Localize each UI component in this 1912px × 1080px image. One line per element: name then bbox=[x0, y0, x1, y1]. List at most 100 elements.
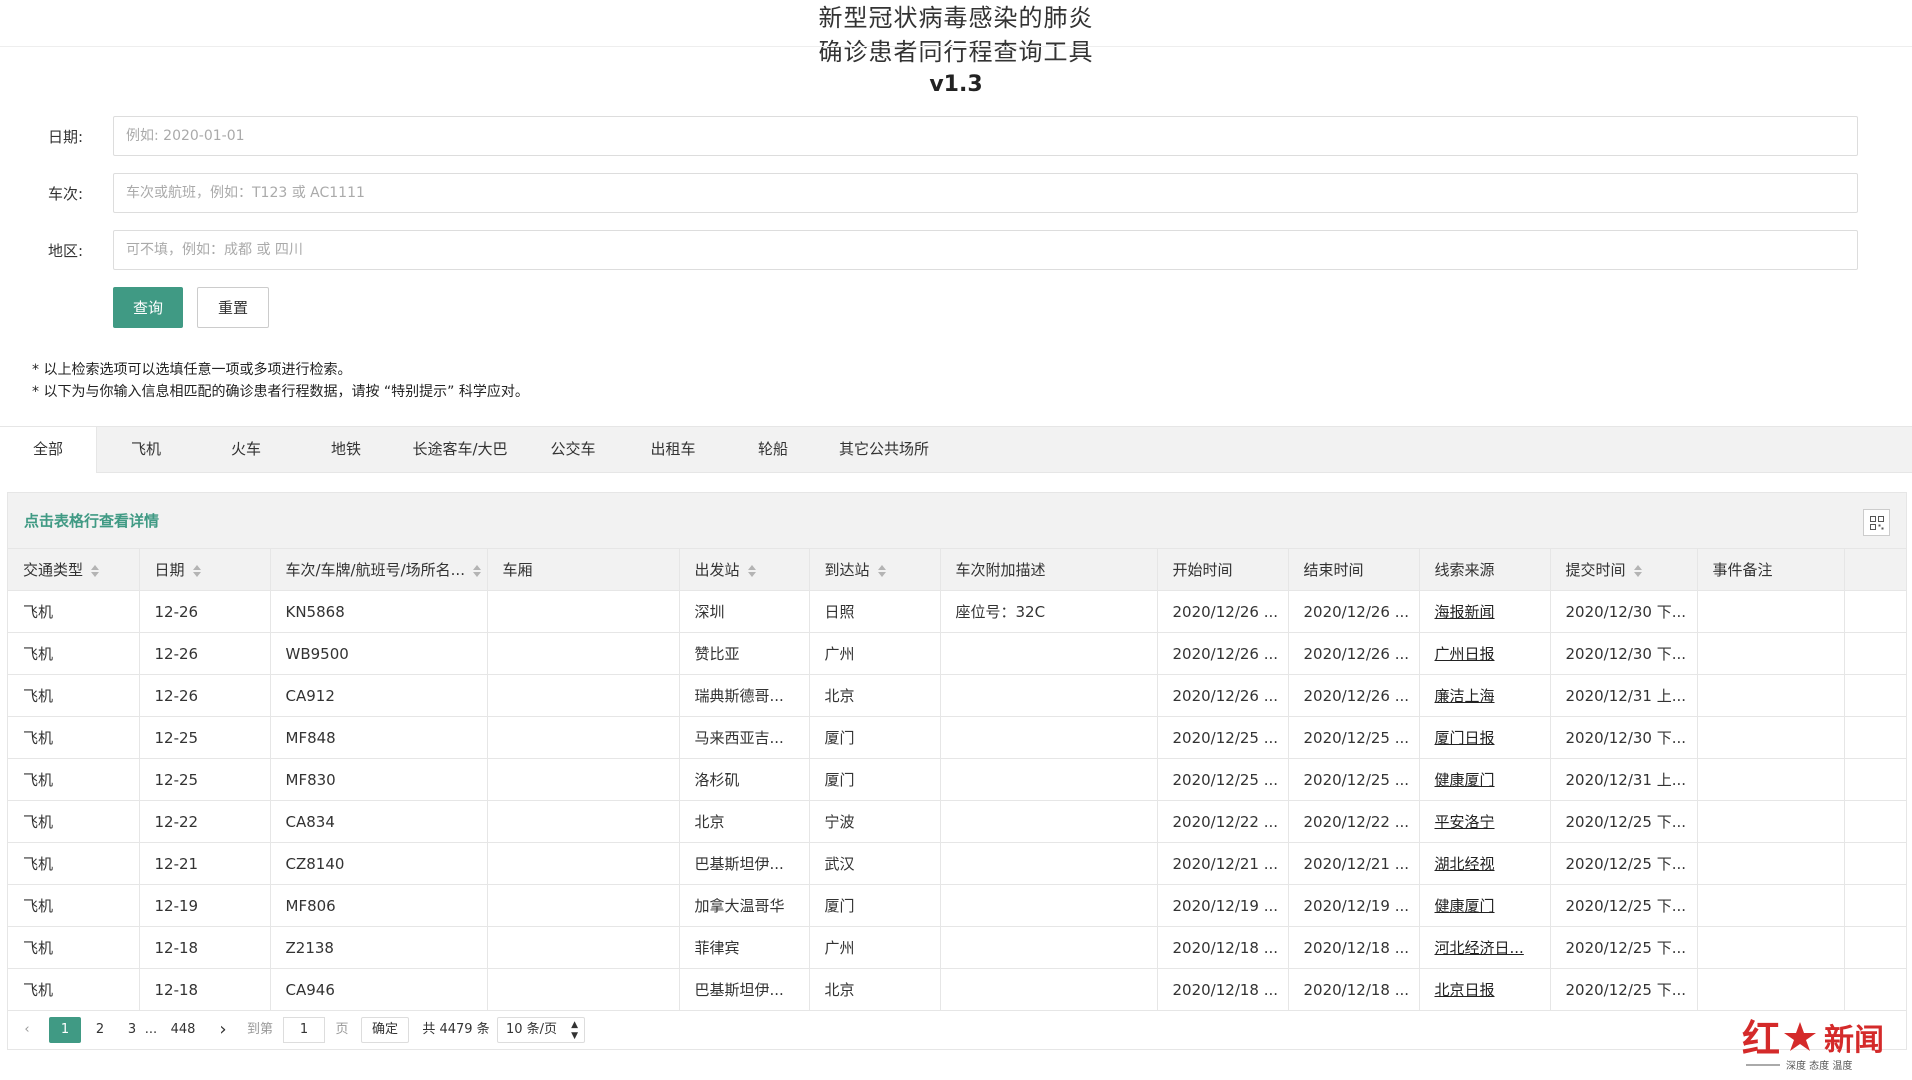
tab-plane[interactable]: 飞机 bbox=[106, 427, 186, 472]
col-arrival[interactable]: 到达站 bbox=[809, 549, 941, 591]
sort-icon[interactable] bbox=[91, 564, 100, 577]
table-row[interactable]: 飞机 12-25 MF848 马来西亚吉... 厦门 2020/12/25 ... 2020… bbox=[8, 716, 1907, 759]
reset-button[interactable]: 重置 bbox=[197, 287, 269, 328]
source-link[interactable]: 健康厦门 bbox=[1435, 771, 1495, 789]
tab-ship[interactable]: 轮船 bbox=[733, 427, 813, 472]
cell-vehicle-number: KN5868 bbox=[270, 590, 488, 633]
goto-page-input[interactable]: 1 bbox=[283, 1017, 325, 1043]
cell-date: 12-25 bbox=[139, 758, 271, 801]
cell-submit-time: 2020/12/31 上... bbox=[1550, 674, 1698, 717]
cell-transport-type: 飞机 bbox=[8, 800, 140, 843]
source-link[interactable]: 平安洛宁 bbox=[1435, 813, 1495, 831]
next-page-icon[interactable]: › bbox=[215, 1017, 231, 1043]
cell-date: 12-18 bbox=[139, 926, 271, 969]
col-departure[interactable]: 出发站 bbox=[679, 549, 810, 591]
cell-departure: 深圳 bbox=[679, 590, 810, 633]
cell-end-time: 2020/12/19 ... bbox=[1288, 884, 1420, 927]
cell-vehicle-number: CA834 bbox=[270, 800, 488, 843]
sort-icon[interactable] bbox=[1633, 564, 1642, 577]
page-current[interactable]: 1 bbox=[49, 1017, 81, 1043]
cell-vehicle-number: MF848 bbox=[270, 716, 488, 759]
region-label: 地区: bbox=[48, 242, 84, 260]
cell-carriage bbox=[487, 716, 680, 759]
cell-arrival: 武汉 bbox=[809, 842, 941, 885]
cell-source: 湖北经视 bbox=[1419, 842, 1551, 885]
cell-departure: 菲律宾 bbox=[679, 926, 810, 969]
page-2[interactable]: 2 bbox=[92, 1017, 108, 1043]
source-link[interactable]: 健康厦门 bbox=[1435, 897, 1495, 915]
cell-vehicle-number: WB9500 bbox=[270, 632, 488, 675]
cell-arrival: 广州 bbox=[809, 632, 941, 675]
sort-icon[interactable] bbox=[747, 564, 756, 577]
sort-icon[interactable] bbox=[472, 564, 481, 577]
tab-train[interactable]: 火车 bbox=[206, 427, 286, 472]
cell-remarks bbox=[1697, 716, 1845, 759]
cell-spacer bbox=[1844, 968, 1907, 1011]
source-link[interactable]: 廉洁上海 bbox=[1435, 687, 1495, 705]
page-3[interactable]: 3 bbox=[124, 1017, 140, 1043]
train-input[interactable] bbox=[113, 173, 1858, 213]
version-label: v1.3 bbox=[929, 72, 983, 97]
cell-date: 12-25 bbox=[139, 716, 271, 759]
col-transport-type[interactable]: 交通类型 bbox=[8, 549, 140, 591]
red-star-logo-icon: 红 新闻 深度 态度 温度 bbox=[1742, 1016, 1884, 1072]
source-link[interactable]: 厦门日报 bbox=[1435, 729, 1495, 747]
table-row[interactable]: 飞机 12-26 WB9500 赞比亚 广州 2020/12/26 ... 2020/12/… bbox=[8, 632, 1907, 675]
col-extra-desc: 车次附加描述 bbox=[940, 549, 1158, 591]
col-submit-time[interactable]: 提交时间 bbox=[1550, 549, 1698, 591]
source-link[interactable]: 广州日报 bbox=[1435, 645, 1495, 663]
brand-watermark-logo: 红 新闻 深度 态度 温度 bbox=[1738, 1012, 1908, 1074]
cell-date: 12-26 bbox=[139, 632, 271, 675]
tab-taxi[interactable]: 出租车 bbox=[633, 427, 713, 472]
cell-spacer bbox=[1844, 758, 1907, 801]
tab-bus[interactable]: 公交车 bbox=[533, 427, 613, 472]
sort-icon[interactable] bbox=[192, 564, 201, 577]
cell-source: 平安洛宁 bbox=[1419, 800, 1551, 843]
date-input[interactable] bbox=[113, 116, 1858, 156]
cell-spacer bbox=[1844, 716, 1907, 759]
pagination: ‹ 1 2 3 ... 448 › 到第 1 页 确定 共 4479 条 10 … bbox=[7, 1010, 1905, 1048]
table-row[interactable]: 飞机 12-18 Z2138 菲律宾 广州 2020/12/18 ... 2020/12/1… bbox=[8, 926, 1907, 969]
region-input[interactable] bbox=[113, 230, 1858, 270]
confirm-button[interactable]: 确定 bbox=[361, 1017, 409, 1043]
table-row[interactable]: 飞机 12-21 CZ8140 巴基斯坦伊... 武汉 2020/12/21 ... 202… bbox=[8, 842, 1907, 885]
cell-departure: 瑞典斯德哥... bbox=[679, 674, 810, 717]
col-date[interactable]: 日期 bbox=[139, 549, 271, 591]
cell-transport-type: 飞机 bbox=[8, 884, 140, 927]
cell-source: 健康厦门 bbox=[1419, 758, 1551, 801]
table-row[interactable]: 飞机 12-22 CA834 北京 宁波 2020/12/22 ... 2020/12/22… bbox=[8, 800, 1907, 843]
table-row[interactable]: 飞机 12-25 MF830 洛杉矶 厦门 2020/12/25 ... 2020/12/2… bbox=[8, 758, 1907, 801]
col-vehicle-number[interactable]: 车次/车牌/航班号/场所名... bbox=[270, 549, 488, 591]
tab-other-public[interactable]: 其它公共场所 bbox=[828, 427, 940, 472]
query-button[interactable]: 查询 bbox=[113, 287, 183, 328]
cell-carriage bbox=[487, 632, 680, 675]
cell-end-time: 2020/12/26 ... bbox=[1288, 674, 1420, 717]
cell-end-time: 2020/12/18 ... bbox=[1288, 968, 1420, 1011]
source-link[interactable]: 北京日报 bbox=[1435, 981, 1495, 999]
results-toolbar: 点击表格行查看详情 bbox=[8, 493, 1906, 549]
cell-start-time: 2020/12/25 ... bbox=[1157, 716, 1289, 759]
cell-date: 12-19 bbox=[139, 884, 271, 927]
table-row[interactable]: 飞机 12-19 MF806 加拿大温哥华 厦门 2020/12/19 ... 2020/1… bbox=[8, 884, 1907, 927]
tab-all[interactable]: 全部 bbox=[0, 427, 97, 473]
source-link[interactable]: 海报新闻 bbox=[1435, 603, 1495, 621]
cell-source: 廉洁上海 bbox=[1419, 674, 1551, 717]
cell-arrival: 北京 bbox=[809, 968, 941, 1011]
table-row[interactable]: 飞机 12-26 CA912 瑞典斯德哥... 北京 2020/12/26 ... 2020… bbox=[8, 674, 1907, 717]
tab-subway[interactable]: 地铁 bbox=[306, 427, 386, 472]
tab-coach[interactable]: 长途客车/大巴 bbox=[400, 427, 520, 472]
cell-extra-desc: 座位号：32C bbox=[940, 590, 1158, 633]
col-spacer bbox=[1844, 549, 1907, 591]
source-link[interactable]: 河北经济日... bbox=[1435, 939, 1524, 957]
sort-icon[interactable] bbox=[877, 564, 886, 577]
column-filter-button[interactable] bbox=[1863, 509, 1890, 536]
table-row[interactable]: 飞机 12-26 KN5868 深圳 日照 座位号：32C 2020/12/26 ... 20… bbox=[8, 590, 1907, 633]
prev-page-icon[interactable]: ‹ bbox=[19, 1017, 35, 1043]
source-link[interactable]: 湖北经视 bbox=[1435, 855, 1495, 873]
page-last[interactable]: 448 bbox=[167, 1017, 199, 1043]
page-ellipsis[interactable]: ... bbox=[143, 1017, 159, 1043]
cell-start-time: 2020/12/19 ... bbox=[1157, 884, 1289, 927]
page-size-select[interactable]: 10 条/页 ▲ ▼ bbox=[497, 1017, 585, 1043]
date-label: 日期: bbox=[48, 128, 84, 146]
table-row[interactable]: 飞机 12-18 CA946 巴基斯坦伊... 北京 2020/12/18 ... 2020… bbox=[8, 968, 1907, 1011]
